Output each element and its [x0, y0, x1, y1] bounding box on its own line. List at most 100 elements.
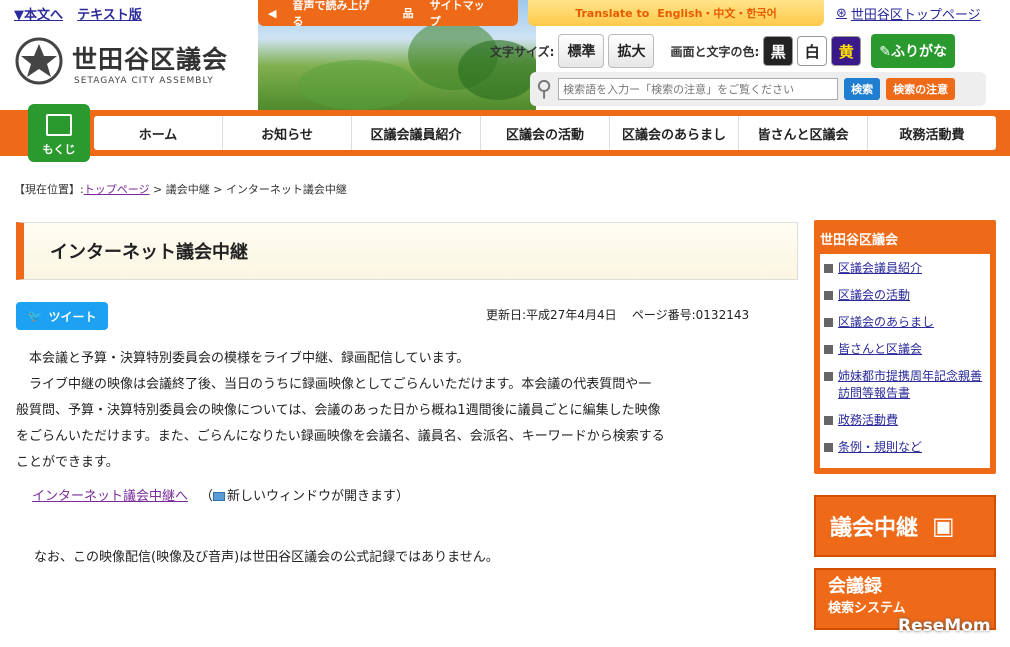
nav-activities[interactable]: 区議会の活動 [481, 116, 610, 150]
mokuji-button[interactable]: もくじ [28, 104, 90, 162]
bullet-icon [824, 291, 833, 300]
breadcrumb-separator: > [149, 183, 166, 196]
sidebar-item-ordinances[interactable]: 条例・規則など [838, 439, 922, 456]
page-number: ページ番号:0132143 [631, 308, 750, 322]
sitemap-button[interactable]: 品 サイトマップ [403, 0, 506, 29]
sidebar-item: 条例・規則など [824, 439, 986, 456]
magnifier-icon: ⚲ [536, 76, 553, 102]
font-size-label: 文字サイズ: [490, 44, 555, 59]
breadcrumb-prefix: 【現在位置】: [14, 183, 84, 196]
sidebar-item-overview[interactable]: 区議会のあらまし [838, 314, 934, 331]
mokuji-label: もくじ [42, 143, 76, 156]
skip-links: ▼本文へ テキスト版 [14, 4, 152, 23]
emblem-icon: ⊛ [836, 6, 847, 21]
breadcrumb-separator: > [209, 183, 226, 196]
search-input[interactable] [558, 78, 839, 100]
font-large-button[interactable]: 拡大 [608, 34, 655, 68]
assembly-emblem-icon [15, 37, 63, 85]
tweet-button[interactable]: 🐦 ツイート [16, 302, 108, 330]
bullet-icon [824, 345, 833, 354]
internet-broadcast-link[interactable]: インターネット議会中継へ [32, 489, 188, 504]
sidebar-item-sister-city-report[interactable]: 姉妹都市提携周年記念親善訪問等報告書 [838, 368, 986, 402]
skip-to-main-link[interactable]: ▼本文へ [14, 8, 63, 23]
nav-home[interactable]: ホーム [94, 116, 223, 150]
read-aloud-label: 音声で読み上げる [292, 0, 370, 28]
breadcrumb: 【現在位置】:トップページ > 議会中継 > インターネット議会中継 [14, 181, 347, 197]
display-settings: 文字サイズ: 標準 拡大 画面と文字の色: 黒 白 黄 ✎ふりがな [490, 34, 955, 68]
main-content: 本会議と予算・決算特別委員会の模様をライブ中継、録画配信しています。 ライブ中継… [16, 346, 776, 476]
search-button[interactable]: 検索 [844, 78, 881, 100]
read-aloud-button[interactable]: ◀ 音声で読み上げる [268, 0, 391, 29]
twitter-bird-icon: 🐦 [27, 309, 43, 323]
sidebar-menu: 世田谷区議会 区議会議員紹介 区議会の活動 区議会のあらまし 皆さんと区議会 姉… [814, 220, 996, 474]
color-white-button[interactable]: 白 [797, 36, 828, 66]
nav-overview[interactable]: 区議会のあらまし [610, 116, 739, 150]
tweet-label: ツイート [48, 309, 97, 324]
paragraph-line: ことができます。 [16, 455, 119, 470]
sidebar-title: 世田谷区議会 [820, 233, 899, 248]
nav-activity-expenses[interactable]: 政務活動費 [868, 116, 996, 150]
translate-label: Translate to [575, 6, 650, 20]
bullet-icon [824, 264, 833, 273]
breadcrumb-top-link[interactable]: トップページ [84, 183, 150, 196]
bullet-icon [824, 443, 833, 452]
sidebar-item: 皆さんと区議会 [824, 341, 986, 358]
bullet-icon [824, 318, 833, 327]
nav-citizens[interactable]: 皆さんと区議会 [739, 116, 868, 150]
updated-date: 更新日:平成27年4月4日 [486, 308, 617, 322]
breadcrumb-item: 議会中継 [165, 183, 210, 196]
color-black-button[interactable]: 黒 [763, 36, 794, 66]
sitemap-icon: 品 [402, 7, 414, 20]
new-window-icon [213, 492, 226, 501]
video-camera-icon: ▣ [932, 512, 955, 540]
color-yellow-button[interactable]: 黄 [831, 36, 862, 66]
page-meta: 更新日:平成27年4月4日 ページ番号:0132143 [486, 306, 749, 323]
live-broadcast-label: 議会中継 [830, 516, 919, 541]
sidebar-item: 区議会の活動 [824, 287, 986, 304]
translate-button[interactable]: Translate to English・中文・한국어 [528, 0, 824, 26]
pencil-icon: ✎ [879, 44, 891, 60]
disclaimer-note: なお、この映像配信(映像及び音声)は世田谷区議会の公式記録ではありません。 [34, 550, 499, 565]
minutes-label: 会議録 [828, 576, 882, 597]
paragraph-intro: 本会議と予算・決算特別委員会の模様をライブ中継、録画配信しています。 [29, 351, 470, 366]
logo-subtitle: SETAGAYA CITY ASSEMBLY [74, 76, 214, 86]
sidebar-item-members[interactable]: 区議会議員紹介 [838, 260, 922, 277]
sidebar-item: 姉妹都市提携周年記念親善訪問等報告書 [824, 368, 986, 402]
color-label: 画面と文字の色: [670, 44, 760, 59]
sidebar-item: 区議会議員紹介 [824, 260, 986, 277]
setagaya-top-link[interactable]: ⊛ 世田谷区トップページ [836, 4, 981, 23]
sidebar-item: 区議会のあらまし [824, 314, 986, 331]
sitemap-label: サイトマップ [429, 0, 485, 28]
nav-news[interactable]: お知らせ [223, 116, 352, 150]
bullet-icon [824, 372, 833, 381]
sidebar-item-activity-expenses[interactable]: 政務活動費 [838, 412, 898, 429]
watermark: ReseMom [898, 616, 991, 636]
furigana-label: ふりがな [891, 44, 947, 60]
page-title: インターネット議会中継 [16, 222, 798, 280]
furigana-button[interactable]: ✎ふりがな [871, 34, 955, 68]
font-standard-button[interactable]: 標準 [558, 34, 605, 68]
internet-broadcast-link-line: インターネット議会中継へ（新しいウィンドウが開きます） [32, 489, 410, 504]
live-broadcast-banner[interactable]: 議会中継 ▣ [814, 495, 996, 557]
setagaya-top-label: 世田谷区トップページ [850, 8, 981, 23]
nav-members[interactable]: 区議会議員紹介 [352, 116, 481, 150]
logo[interactable]: 世田谷区議会 SETAGAYA CITY ASSEMBLY [14, 36, 259, 92]
translate-langs: English・中文・한국어 [657, 7, 777, 20]
sidebar-item-activities[interactable]: 区議会の活動 [838, 287, 910, 304]
paragraph-line: ライブ中継の映像は会議終了後、当日のうちに録画映像としてごらんいただけます。本会… [29, 377, 652, 392]
bullet-icon [824, 416, 833, 425]
search-bar: ⚲ 検索 検索の注意 [530, 72, 986, 106]
sidebar-item-citizens[interactable]: 皆さんと区議会 [838, 341, 922, 358]
paragraph-line: をごらんいただけます。また、ごらんになりたい録画映像を会議名、議員名、会派名、キ… [16, 429, 665, 444]
new-window-note: 新しいウィンドウが開きます [227, 489, 397, 504]
logo-title: 世田谷区議会 [72, 45, 229, 74]
voice-bar: ◀ 音声で読み上げる 品 サイトマップ [258, 0, 518, 29]
paragraph-line: 般質問、予算・決算特別委員会の映像については、会議のあった日から概ね1週間後に議… [16, 403, 661, 418]
global-nav: ホーム お知らせ 区議会議員紹介 区議会の活動 区議会のあらまし 皆さんと区議会… [0, 110, 1010, 156]
speaker-icon: ◀ [268, 6, 277, 20]
text-version-link[interactable]: テキスト版 [77, 8, 142, 23]
book-icon [46, 114, 72, 136]
sidebar-item: 政務活動費 [824, 412, 986, 429]
breadcrumb-current: インターネット議会中継 [225, 183, 347, 196]
search-note-button[interactable]: 検索の注意 [886, 78, 956, 100]
